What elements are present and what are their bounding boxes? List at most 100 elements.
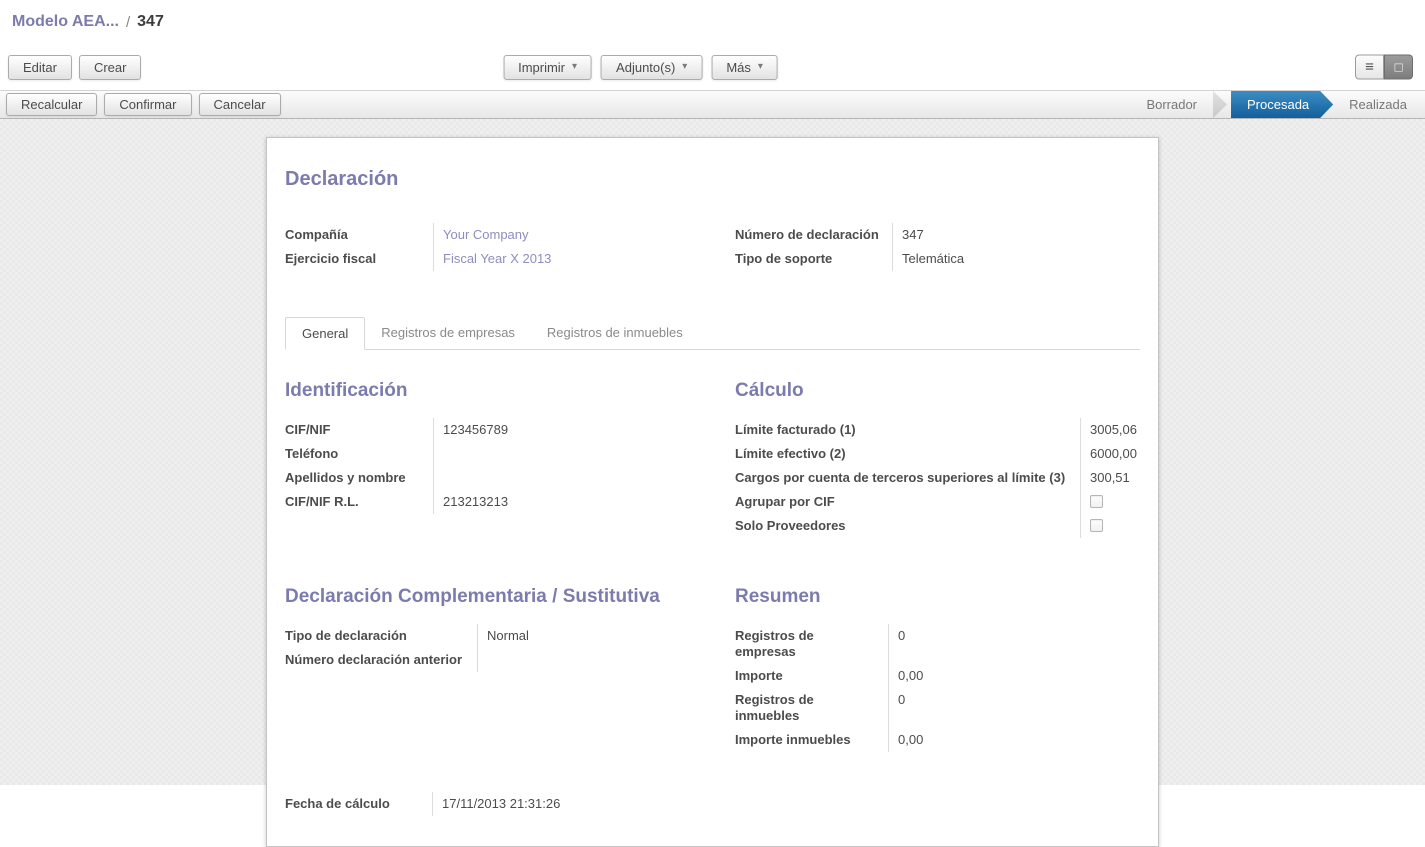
summary-title: Resumen <box>735 586 1140 608</box>
solo-proveedores-field <box>1080 514 1140 538</box>
telefono-label: Teléfono <box>285 442 433 466</box>
fiscal-year-label: Ejercicio fiscal <box>285 247 433 271</box>
record-action-buttons: Editar Crear <box>8 55 141 80</box>
workflow-buttons: Recalcular Confirmar Cancelar <box>6 93 281 116</box>
cargos-terceros-label: Cargos por cuenta de terceros superiores… <box>735 466 1080 490</box>
list-view-icon: ≡ <box>1365 59 1374 76</box>
telefono-value <box>433 442 725 466</box>
calculation-group: Límite facturado (1) 3005,06 Límite efec… <box>735 418 1140 538</box>
form-sheet: Declaración Compañía Your Company Ejerci… <box>266 137 1159 847</box>
form-view-button[interactable]: □ <box>1384 55 1413 80</box>
complementary-title: Declaración Complementaria / Sustitutiva <box>285 586 735 608</box>
apellidos-label: Apellidos y nombre <box>285 466 433 490</box>
importe-inmuebles-value: 0,00 <box>888 728 1035 752</box>
statusbar: Recalcular Confirmar Cancelar Borrador P… <box>0 90 1425 119</box>
identification-section: Identificación CIF/NIF 123456789 Teléfon… <box>285 380 735 514</box>
registros-empresas-label: Registros de empresas <box>735 624 888 664</box>
registros-empresas-value: 0 <box>888 624 1035 664</box>
header-fields: Compañía Your Company Ejercicio fiscal F… <box>285 223 1140 271</box>
state-borrador: Borrador <box>1130 91 1213 118</box>
action-toolbar: Editar Crear Imprimir ▾ Adjunto(s) ▾ Más… <box>0 44 1425 90</box>
header-left-group: Compañía Your Company Ejercicio fiscal F… <box>285 223 725 271</box>
breadcrumb-parent-link[interactable]: Modelo AEA... <box>12 13 119 31</box>
form-view-icon: □ <box>1395 60 1403 75</box>
solo-proveedores-checkbox[interactable] <box>1090 519 1103 532</box>
notebook-tabs: General Registros de empresas Registros … <box>285 317 1140 350</box>
complementary-group: Tipo de declaración Normal Número declar… <box>285 624 725 672</box>
tipo-declaracion-label: Tipo de declaración <box>285 624 477 648</box>
calculation-title: Cálculo <box>735 380 1140 402</box>
cargos-terceros-value: 300,51 <box>1080 466 1140 490</box>
declaration-number-label: Número de declaración <box>735 223 892 247</box>
summary-group: Registros de empresas 0 Importe 0,00 Reg… <box>735 624 1035 752</box>
breadcrumb-current: 347 <box>137 13 164 31</box>
form-title: Declaración <box>285 168 1140 191</box>
chevron-down-icon: ▾ <box>572 62 577 72</box>
cif-nif-label: CIF/NIF <box>285 418 433 442</box>
support-type-label: Tipo de soporte <box>735 247 892 271</box>
cif-nif-value: 123456789 <box>433 418 725 442</box>
company-value[interactable]: Your Company <box>433 223 725 247</box>
content-area: Declaración Compañía Your Company Ejerci… <box>0 119 1425 785</box>
registros-inmuebles-label: Registros de inmuebles <box>735 688 888 728</box>
apellidos-value <box>433 466 725 490</box>
cancel-button[interactable]: Cancelar <box>199 93 281 116</box>
tab-general[interactable]: General <box>285 317 365 350</box>
view-switcher: ≡ □ <box>1355 55 1413 80</box>
agrupar-cif-field <box>1080 490 1140 514</box>
fecha-calculo-label: Fecha de cálculo <box>285 792 432 816</box>
agrupar-cif-label: Agrupar por CIF <box>735 490 1080 514</box>
numero-anterior-value <box>477 648 725 672</box>
state-realizada: Realizada <box>1333 91 1425 118</box>
chevron-down-icon: ▾ <box>682 62 687 72</box>
registros-inmuebles-value: 0 <box>888 688 1035 728</box>
list-view-button[interactable]: ≡ <box>1355 55 1384 80</box>
limite-facturado-label: Límite facturado (1) <box>735 418 1080 442</box>
tipo-declaracion-value: Normal <box>477 624 725 648</box>
complementary-section: Declaración Complementaria / Sustitutiva… <box>285 586 735 672</box>
importe-label: Importe <box>735 664 888 688</box>
print-label: Imprimir <box>518 60 565 75</box>
breadcrumb-separator: / <box>126 14 130 31</box>
attachments-label: Adjunto(s) <box>616 60 675 75</box>
declaration-number-value: 347 <box>892 223 1140 247</box>
chevron-right-icon <box>1213 91 1227 118</box>
calculation-section: Cálculo Límite facturado (1) 3005,06 Lím… <box>735 380 1140 538</box>
limite-efectivo-value: 6000,00 <box>1080 442 1140 466</box>
importe-inmuebles-label: Importe inmuebles <box>735 728 888 752</box>
document-action-buttons: Imprimir ▾ Adjunto(s) ▾ Más ▾ <box>503 55 778 80</box>
cif-nif-rl-value: 213213213 <box>433 490 725 514</box>
importe-value: 0,00 <box>888 664 1035 688</box>
support-type-value: Telemática <box>892 247 1140 271</box>
breadcrumb-bar: Modelo AEA... / 347 <box>0 0 1425 44</box>
more-dropdown-button[interactable]: Más ▾ <box>711 55 778 80</box>
print-dropdown-button[interactable]: Imprimir ▾ <box>503 55 592 80</box>
identification-group: CIF/NIF 123456789 Teléfono Apellidos y n… <box>285 418 725 514</box>
identification-title: Identificación <box>285 380 735 402</box>
more-label: Más <box>726 60 751 75</box>
header-right-group: Número de declaración 347 Tipo de soport… <box>735 223 1140 271</box>
tab-content-general: Identificación CIF/NIF 123456789 Teléfon… <box>285 350 1140 816</box>
recalculate-button[interactable]: Recalcular <box>6 93 97 116</box>
confirm-button[interactable]: Confirmar <box>104 93 191 116</box>
attachments-dropdown-button[interactable]: Adjunto(s) ▾ <box>601 55 702 80</box>
summary-section: Resumen Registros de empresas 0 Importe … <box>735 586 1140 752</box>
calc-date-section: Fecha de cálculo 17/11/2013 21:31:26 <box>285 792 1140 816</box>
numero-anterior-label: Número declaración anterior <box>285 648 477 672</box>
limite-facturado-value: 3005,06 <box>1080 418 1140 442</box>
edit-button[interactable]: Editar <box>8 55 72 80</box>
solo-proveedores-label: Solo Proveedores <box>735 514 1080 538</box>
agrupar-cif-checkbox[interactable] <box>1090 495 1103 508</box>
tab-registros-empresas[interactable]: Registros de empresas <box>365 317 531 349</box>
calc-date-group: Fecha de cálculo 17/11/2013 21:31:26 <box>285 792 725 816</box>
company-label: Compañía <box>285 223 433 247</box>
state-indicator: Borrador Procesada Realizada <box>1130 91 1425 118</box>
state-procesada: Procesada <box>1231 91 1333 118</box>
tab-registros-inmuebles[interactable]: Registros de inmuebles <box>531 317 699 349</box>
fecha-calculo-value: 17/11/2013 21:31:26 <box>432 792 725 816</box>
cif-nif-rl-label: CIF/NIF R.L. <box>285 490 433 514</box>
chevron-down-icon: ▾ <box>758 62 763 72</box>
create-button[interactable]: Crear <box>79 55 142 80</box>
limite-efectivo-label: Límite efectivo (2) <box>735 442 1080 466</box>
fiscal-year-value[interactable]: Fiscal Year X 2013 <box>433 247 725 271</box>
